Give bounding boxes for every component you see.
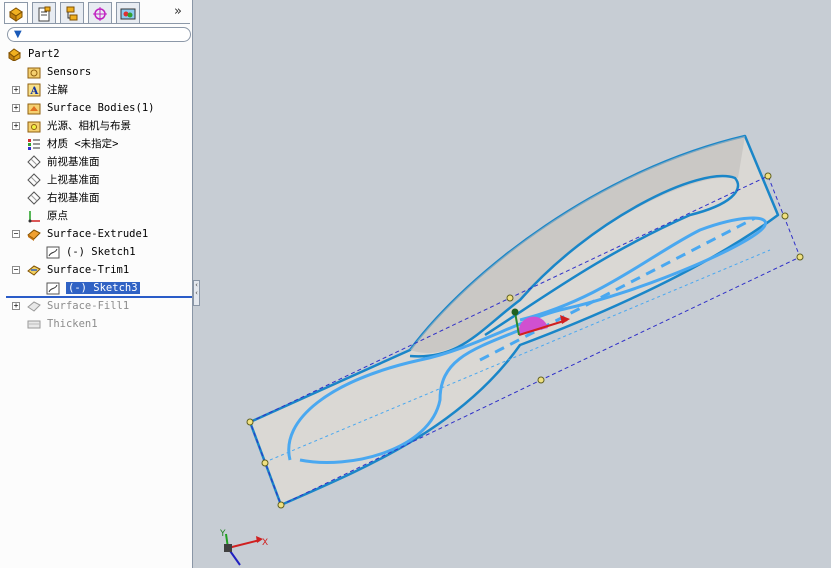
surface-bodies-icon [27,103,41,115]
expand-toggle[interactable]: + [12,104,20,112]
tree-filter-input[interactable]: ▼ [7,27,191,42]
tree-item-surface-fill1[interactable]: + Surface-Fill1 [0,297,192,315]
plane-icon [27,155,41,169]
tree-item-label: 右视基准面 [47,192,100,204]
configuration-icon [66,6,78,20]
tree-item-label: (-) Sketch3 [66,282,140,294]
tree-item-surface-bodies-1[interactable]: + Surface Bodies(1) [0,99,192,117]
display-manager-tab[interactable] [116,2,140,24]
feature-tree-icon [9,6,23,22]
tree-item-label: Thicken1 [47,318,98,330]
tree-item-注解[interactable]: + A 注解 [0,81,192,99]
tree-item-label: Surface-Trim1 [47,264,130,276]
feature-manager-tab[interactable] [4,2,28,24]
tree-item-label: 前视基准面 [47,156,100,168]
triad-x-label: X [262,538,268,548]
tree-item-右视基准面[interactable]: 右视基准面 [0,189,192,207]
surface-body[interactable] [248,134,780,507]
tab-underline [4,23,190,24]
filter-icon: ▼ [14,29,22,40]
tree-item-surface-trim1[interactable]: − Surface-Trim1 [0,261,192,279]
more-tabs-chevron-icon[interactable]: » [174,4,182,19]
sketch-icon [46,282,60,295]
tree-item-label: 材质 <未指定> [47,138,119,150]
svg-text:A: A [30,86,39,97]
tree-item-label: 光源、相机与布景 [47,120,131,132]
sketch-icon [46,246,60,259]
annotations-icon: A [27,83,41,97]
tree-item-原点[interactable]: 原点 [0,207,192,225]
plane-icon [27,191,41,205]
display-manager-icon [120,8,136,19]
tree-item-label: Sensors [47,66,92,78]
tree-item-sketch3[interactable]: (-) Sketch3 [0,279,192,297]
tree-item-label: Surface-Fill1 [47,300,130,312]
rollback-bar[interactable] [6,296,192,298]
tree-item-surface-extrude1[interactable]: − Surface-Extrude1 [0,225,192,243]
material-icon [28,139,40,150]
tree-item-上视基准面[interactable]: 上视基准面 [0,171,192,189]
tree-item-label: Surface-Extrude1 [47,228,149,240]
tree-item-label: 原点 [47,210,68,222]
tree-item-sensors[interactable]: Sensors [0,63,192,81]
tree-item-label: 注解 [47,84,68,96]
expand-toggle[interactable]: + [12,302,20,310]
origin-icon [28,211,40,223]
triad-y-label: Y [219,529,226,539]
dimxpert-icon [93,6,107,21]
tree-item-label: 上视基准面 [47,174,100,186]
tree-item-材质-未指定[interactable]: 材质 <未指定> [0,135,192,153]
collapse-toggle[interactable]: − [12,230,20,238]
property-manager-icon [38,6,51,21]
tree-item-label: (-) Sketch1 [66,246,136,258]
expand-toggle[interactable]: + [12,122,20,130]
tree-root-label: Part2 [28,48,60,60]
tree-item-sketch1[interactable]: (-) Sketch1 [0,243,192,261]
part-icon [8,48,21,61]
tree-item-thicken1[interactable]: Thicken1 [0,315,192,333]
collapse-toggle[interactable]: − [12,266,20,274]
tree-root-part[interactable]: Part2 [0,45,192,63]
lights-cameras-icon [27,121,41,133]
surface-extrude-icon [27,229,41,241]
feature-manager-panel: » ▼ Part2 Sensors + A 注解 + Surface Bodies(1) + 光… [0,0,193,568]
property-manager-tab[interactable] [32,2,56,24]
expand-toggle[interactable]: + [12,86,20,94]
reference-triad: X Y [219,529,268,566]
surface-trim-icon [27,265,41,276]
thicken-icon [27,320,41,329]
plane-icon [27,173,41,187]
dimxpert-manager-tab[interactable] [88,2,112,24]
tree-item-前视基准面[interactable]: 前视基准面 [0,153,192,171]
surface-fill-icon [27,301,41,312]
tree-item-光源-相机与布景[interactable]: + 光源、相机与布景 [0,117,192,135]
tree-item-label: Surface Bodies(1) [47,102,155,114]
configuration-manager-tab[interactable] [60,2,84,24]
graphics-viewport[interactable]: X Y [195,0,831,568]
sensors-icon [27,67,41,79]
